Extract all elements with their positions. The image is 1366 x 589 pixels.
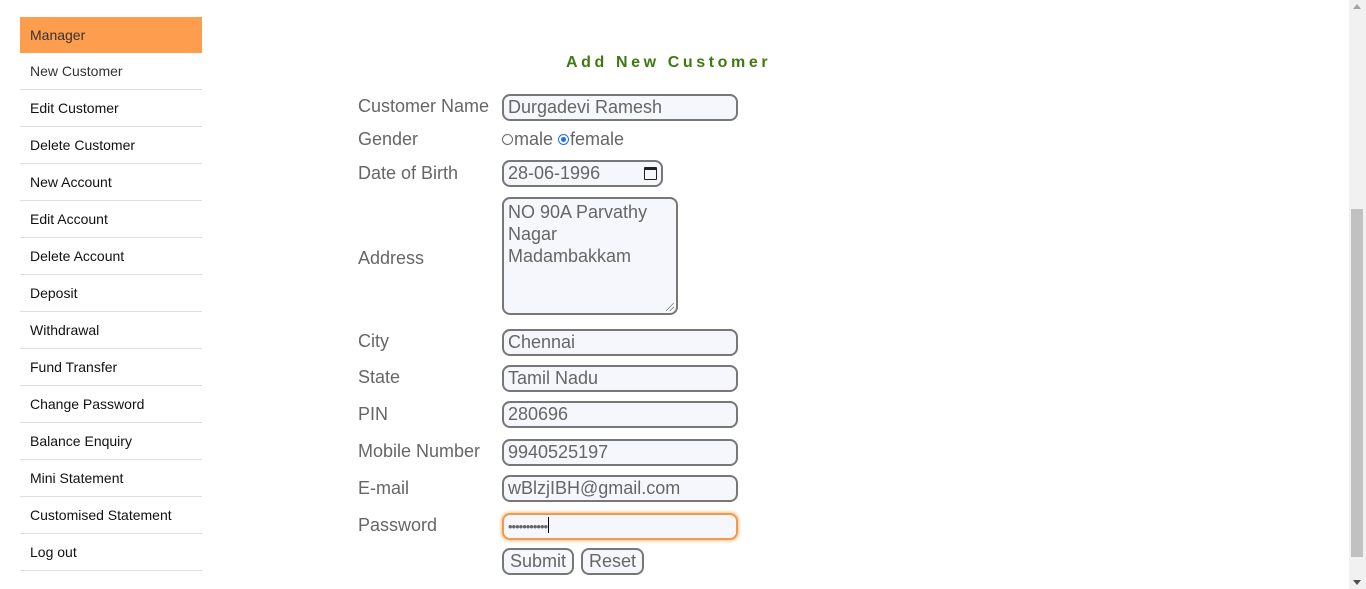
label-gender: Gender bbox=[358, 129, 419, 149]
menu-item-delete-customer[interactable]: Delete Customer bbox=[20, 127, 202, 164]
reset-button[interactable]: Reset bbox=[581, 548, 645, 575]
menu-item-edit-account[interactable]: Edit Account bbox=[20, 201, 202, 238]
menu-item-mini-statement[interactable]: Mini Statement bbox=[20, 460, 202, 497]
email-value: wBlzjIBH@gmail.com bbox=[508, 478, 681, 498]
calendar-icon[interactable] bbox=[644, 167, 657, 180]
pin-value: 280696 bbox=[508, 404, 569, 424]
date-of-birth-value: 28-06-1996 bbox=[508, 163, 601, 183]
scroll-down-arrow-icon[interactable] bbox=[1353, 580, 1361, 585]
menu-header-manager[interactable]: Manager bbox=[20, 17, 202, 53]
menu-item-fund-transfer[interactable]: Fund Transfer bbox=[20, 349, 202, 386]
menu-item-deposit[interactable]: Deposit bbox=[20, 275, 202, 312]
gender-male-label[interactable]: male bbox=[514, 129, 553, 149]
label-pin: PIN bbox=[358, 404, 389, 424]
vertical-scrollbar[interactable] bbox=[1349, 0, 1366, 589]
menu-item-withdrawal[interactable]: Withdrawal bbox=[20, 312, 202, 349]
mobile-number-value: 9940525197 bbox=[508, 442, 609, 462]
password-value: ••••••••••• bbox=[508, 519, 548, 534]
pin-field[interactable]: 280696 bbox=[502, 401, 738, 428]
mobile-number-field[interactable]: 9940525197 bbox=[502, 439, 738, 466]
label-city: City bbox=[358, 331, 389, 351]
address-line-1: NO 90A Parvathy bbox=[508, 202, 648, 222]
text-caret bbox=[548, 517, 550, 533]
label-date-of-birth: Date of Birth bbox=[358, 163, 459, 183]
address-textarea[interactable]: NO 90A Parvathy Nagar Madambakkam bbox=[502, 197, 678, 315]
label-email: E-mail bbox=[358, 478, 410, 498]
label-state: State bbox=[358, 367, 401, 387]
address-line-2: Nagar bbox=[508, 224, 558, 244]
label-address: Address bbox=[358, 248, 425, 268]
password-field[interactable]: ••••••••••• bbox=[502, 513, 738, 540]
menu-item-change-password[interactable]: Change Password bbox=[20, 386, 202, 423]
menu-item-log-out[interactable]: Log out bbox=[20, 534, 202, 571]
customer-name-field[interactable]: Durgadevi Ramesh bbox=[502, 94, 738, 121]
sidebar-menu: Manager New Customer Edit Customer Delet… bbox=[20, 17, 202, 571]
customer-name-value: Durgadevi Ramesh bbox=[508, 97, 663, 117]
label-customer-name: Customer Name bbox=[358, 96, 490, 116]
resize-handle-icon[interactable] bbox=[666, 303, 674, 311]
gender-female-label[interactable]: female bbox=[570, 129, 624, 149]
gender-male-radio[interactable] bbox=[502, 134, 513, 145]
email-field[interactable]: wBlzjIBH@gmail.com bbox=[502, 475, 738, 502]
menu-item-new-customer[interactable]: New Customer bbox=[20, 53, 202, 90]
submit-button[interactable]: Submit bbox=[502, 548, 575, 575]
menu-item-customised-statement[interactable]: Customised Statement bbox=[20, 497, 202, 534]
address-line-3: Madambakkam bbox=[508, 246, 632, 266]
city-field[interactable]: Chennai bbox=[502, 329, 738, 356]
state-field[interactable]: Tamil Nadu bbox=[502, 365, 738, 392]
form-title: Add New Customer bbox=[566, 54, 772, 71]
label-mobile-number: Mobile Number bbox=[358, 441, 481, 461]
gender-female-radio[interactable] bbox=[558, 134, 570, 145]
label-password: Password bbox=[358, 515, 438, 535]
menu-item-delete-account[interactable]: Delete Account bbox=[20, 238, 202, 275]
menu-item-balance-enquiry[interactable]: Balance Enquiry bbox=[20, 423, 202, 460]
state-value: Tamil Nadu bbox=[508, 368, 599, 388]
scrollbar-thumb[interactable] bbox=[1351, 209, 1363, 557]
date-of-birth-field[interactable]: 28-06-1996 bbox=[502, 160, 663, 187]
city-value: Chennai bbox=[508, 332, 576, 352]
scroll-up-arrow-icon[interactable] bbox=[1353, 4, 1361, 9]
gender-radio-group: male female bbox=[502, 129, 624, 150]
menu-item-edit-customer[interactable]: Edit Customer bbox=[20, 90, 202, 127]
menu-item-new-account[interactable]: New Account bbox=[20, 164, 202, 201]
